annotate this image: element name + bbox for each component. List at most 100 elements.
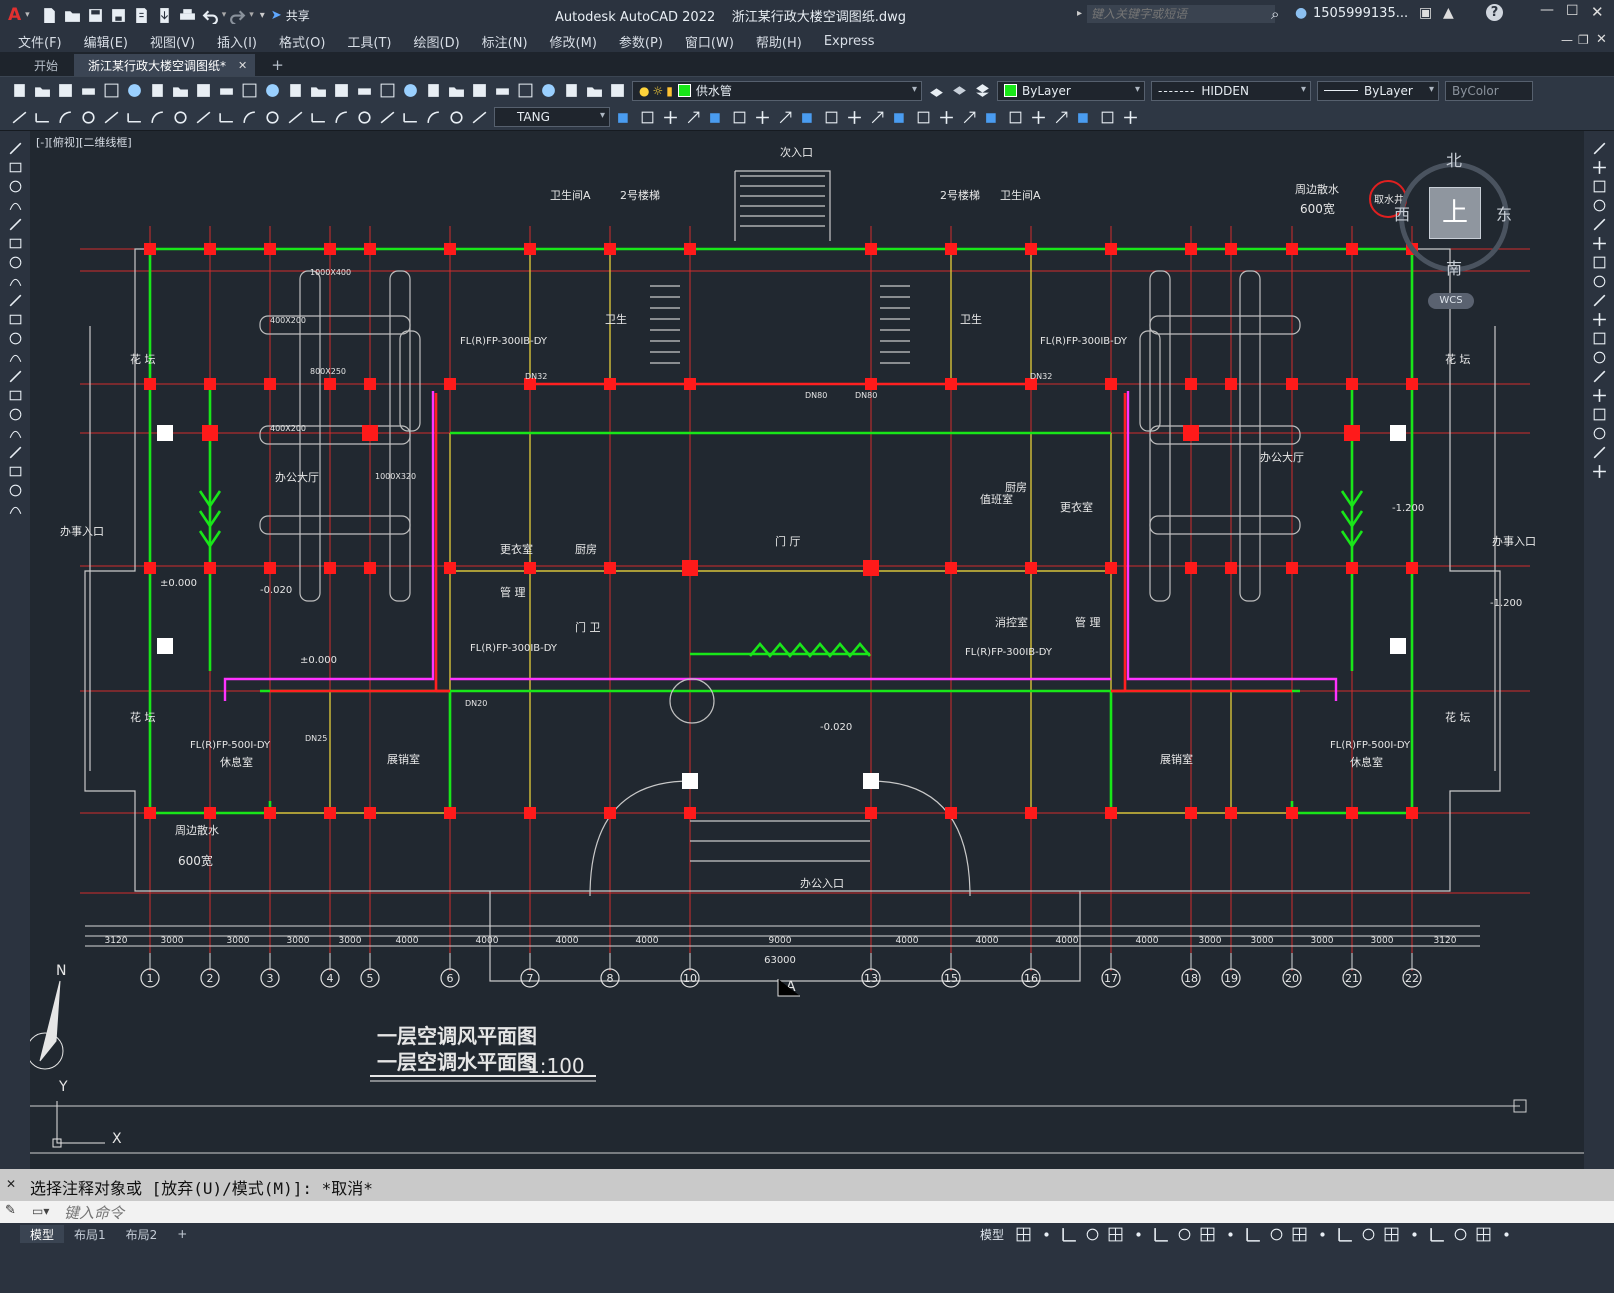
help-icon[interactable]: ?: [1486, 4, 1503, 21]
erase-tool-icon[interactable]: [1590, 139, 1609, 158]
redo-icon[interactable]: [228, 6, 247, 25]
autodesk-app-icon[interactable]: ▲: [1443, 5, 1454, 21]
save-as-icon[interactable]: [109, 6, 128, 25]
polygon-icon[interactable]: [6, 196, 25, 215]
viewcube-top-face[interactable]: 上: [1429, 187, 1481, 239]
dim-style-icon[interactable]: [470, 108, 489, 127]
copy-icon[interactable]: [217, 81, 236, 100]
dim-jogged-icon[interactable]: [125, 108, 144, 127]
dim-space-icon[interactable]: [263, 108, 282, 127]
layer-previous-icon[interactable]: [950, 81, 969, 100]
extend-icon[interactable]: [822, 108, 841, 127]
plot-icon[interactable]: [79, 81, 98, 100]
doc-restore-button[interactable]: ❐: [1578, 33, 1589, 47]
undo-icon[interactable]: [201, 6, 220, 25]
menu-help[interactable]: 帮助(H): [756, 32, 802, 51]
osnap-icon[interactable]: [1152, 1225, 1171, 1244]
annotation-visibility-icon[interactable]: [1244, 1225, 1263, 1244]
close-button[interactable]: ✕: [1591, 3, 1604, 21]
tab-layout1[interactable]: 布局1: [64, 1225, 116, 1243]
app-menu-arrow-icon[interactable]: ▾: [25, 10, 30, 20]
dim-continue-icon[interactable]: [240, 108, 259, 127]
tolerance-icon[interactable]: [309, 108, 328, 127]
quick-properties-icon[interactable]: [1382, 1225, 1401, 1244]
maximize-button[interactable]: ☐: [1566, 3, 1579, 19]
construction-line-icon[interactable]: [6, 158, 25, 177]
design-center-icon[interactable]: [470, 81, 489, 100]
ellipse-icon[interactable]: [6, 310, 25, 329]
plot-icon[interactable]: [178, 6, 197, 25]
edit-spline-icon[interactable]: [1052, 108, 1071, 127]
command-input[interactable]: [62, 1202, 1566, 1224]
undo-tool-icon[interactable]: [309, 81, 328, 100]
viewcube-north[interactable]: 北: [1446, 147, 1462, 171]
explode-icon[interactable]: [937, 108, 956, 127]
move-icon[interactable]: [707, 108, 726, 127]
minimize-button[interactable]: —: [1540, 2, 1554, 18]
qopen-icon[interactable]: [33, 81, 52, 100]
publish-icon[interactable]: [125, 81, 144, 100]
move-tool-icon[interactable]: [1590, 234, 1609, 253]
doc-minimize-button[interactable]: —: [1561, 33, 1573, 47]
ortho-icon[interactable]: [1060, 1225, 1079, 1244]
markup-icon[interactable]: [539, 81, 558, 100]
annotation-monitor-icon[interactable]: [1336, 1225, 1355, 1244]
polar-icon[interactable]: [1083, 1225, 1102, 1244]
trim-tool-icon[interactable]: [1590, 310, 1609, 329]
plot-preview-icon[interactable]: [102, 81, 121, 100]
add-layout-button[interactable]: +: [167, 1225, 197, 1243]
redo-tool-icon[interactable]: [332, 81, 351, 100]
viewcube-east[interactable]: 东: [1496, 201, 1512, 225]
zoom-realtime-icon[interactable]: [378, 81, 397, 100]
revision-cloud-icon[interactable]: [6, 272, 25, 291]
grid-icon[interactable]: [1014, 1225, 1033, 1244]
menu-draw[interactable]: 绘图(D): [414, 32, 460, 51]
insert-block-icon[interactable]: [6, 348, 25, 367]
point-icon[interactable]: [6, 386, 25, 405]
tab-close-icon[interactable]: ✕: [238, 59, 247, 72]
plotstyle-dropdown[interactable]: ByColor: [1445, 80, 1533, 101]
mirror-icon[interactable]: [638, 108, 657, 127]
viewcube[interactable]: 北 南 西 东 上 WCS: [1394, 147, 1514, 322]
menu-file[interactable]: 文件(F): [18, 32, 62, 51]
chamfer-tool-icon[interactable]: [1590, 405, 1609, 424]
scale-icon[interactable]: [753, 108, 772, 127]
search-icon[interactable]: ⌕: [1271, 5, 1279, 23]
trim-icon[interactable]: [799, 108, 818, 127]
stretch-icon[interactable]: [776, 108, 795, 127]
properties-icon[interactable]: [447, 81, 466, 100]
dim-diameter-icon[interactable]: [148, 108, 167, 127]
workspace-icon[interactable]: [1313, 1225, 1332, 1244]
join-tool-icon[interactable]: [1590, 386, 1609, 405]
units-icon[interactable]: [1359, 1225, 1378, 1244]
model-space-button[interactable]: 模型: [980, 1226, 1004, 1243]
hardware-accel-icon[interactable]: [1451, 1225, 1470, 1244]
tool-palettes-icon[interactable]: [493, 81, 512, 100]
pan-icon[interactable]: [355, 81, 374, 100]
menu-view[interactable]: 视图(V): [150, 32, 195, 51]
menu-insert[interactable]: 插入(I): [217, 32, 257, 51]
match-properties-icon[interactable]: [263, 81, 282, 100]
chamfer-icon[interactable]: [891, 108, 910, 127]
rotate-icon[interactable]: [730, 108, 749, 127]
autocad-logo-icon[interactable]: A: [8, 5, 21, 25]
align-icon[interactable]: [983, 108, 1002, 127]
explode-tool-icon[interactable]: [1590, 462, 1609, 481]
tab-layout2[interactable]: 布局2: [116, 1225, 168, 1243]
make-block-icon[interactable]: [6, 367, 25, 386]
fillet-tool-icon[interactable]: [1590, 424, 1609, 443]
osnap-tracking-icon[interactable]: [1129, 1225, 1148, 1244]
region-icon[interactable]: [6, 443, 25, 462]
open-web-icon[interactable]: [132, 6, 151, 25]
menu-tools[interactable]: 工具(T): [347, 32, 391, 51]
dim-ordinate-icon[interactable]: [79, 108, 98, 127]
lineweight-icon[interactable]: [1175, 1225, 1194, 1244]
sheet-set-icon[interactable]: [516, 81, 535, 100]
rotate-tool-icon[interactable]: [1590, 253, 1609, 272]
menu-edit[interactable]: 编辑(E): [84, 32, 128, 51]
snap-icon[interactable]: [1037, 1225, 1056, 1244]
auto-scale-icon[interactable]: [1267, 1225, 1286, 1244]
group-icon[interactable]: [1098, 108, 1117, 127]
spline-icon[interactable]: [6, 291, 25, 310]
new-file-icon[interactable]: [40, 6, 59, 25]
